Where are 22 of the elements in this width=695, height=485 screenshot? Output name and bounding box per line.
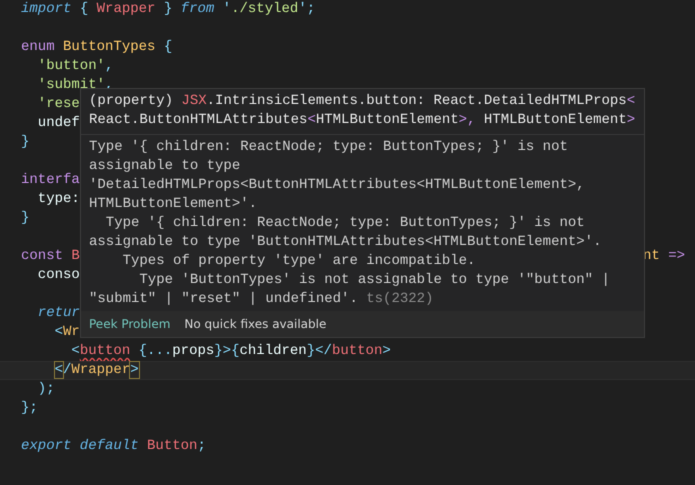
- code-line: const B: [21, 248, 80, 264]
- error-message: Type '{ children: ReactNode; type: ButtonTypes; }' is not assignable to type 'DetailedHTMLProps<ButtonHTMLAttributes<HTMLButtonElement>, HTMLButtonElement>'. Type '{ children: ReactNode; type: ButtonTypes; }' is not assignable to type 'ButtonHTMLAttributes<HTMLButtonElement>'. Types of property 'type' are incompatible. Type 'ButtonTypes' is not assignable to type '"button" | "submit" | "reset" | undefined'. ts(2322): [89, 138, 611, 309]
- code-line: export default Button;: [21, 438, 206, 454]
- code-line: }: [21, 210, 30, 226]
- code-line: interfa: [21, 172, 80, 188]
- code-line: retur: [36, 305, 80, 321]
- code-line: 'rese: [36, 96, 80, 112]
- code-line: conso: [36, 267, 80, 283]
- code-line: );: [36, 381, 55, 397]
- code-line: }: [21, 134, 30, 150]
- peek-problem-link[interactable]: Peek Problem: [89, 317, 170, 331]
- code-line: };: [21, 400, 38, 416]
- type-signature: (property) JSX.IntrinsicElements.button: React.DetailedHTMLProps< React.ButtonHTMLAttributes<HTMLButtonElement>, HTMLButtonElement>: [81, 89, 644, 135]
- code-line: import { Wrapper } from './styled';: [21, 1, 316, 17]
- code-line: 'button',: [36, 58, 114, 74]
- code-line: <Wr: [54, 324, 80, 340]
- code-line: undef: [36, 115, 80, 131]
- code-line: type:: [36, 191, 80, 207]
- code-line: </Wrapper>: [54, 362, 139, 378]
- code-line: <button {...props}>{children}</button>: [70, 343, 391, 359]
- quick-fix-note: No quick fixes available: [184, 317, 326, 331]
- code-line: enum ButtonTypes {: [21, 39, 172, 55]
